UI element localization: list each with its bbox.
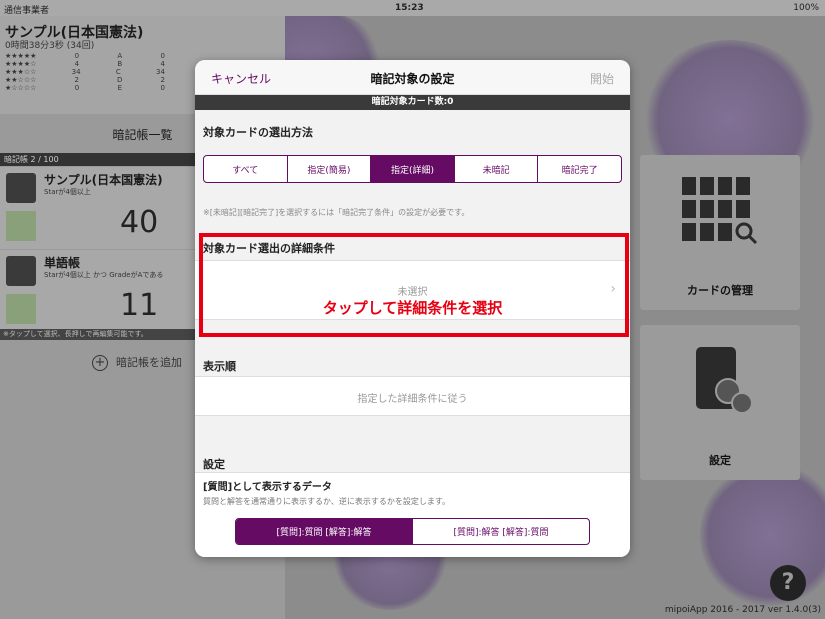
grid-icon [682,177,758,245]
segment-all[interactable]: すべて [204,156,288,182]
help-icon[interactable]: ? [770,565,806,601]
book-icon [6,173,36,203]
book-name: 単語帳 [44,256,81,270]
book-name: サンプル(日本国憲法) [44,173,163,187]
target-count-bar: 暗記対象カード数:0 [195,95,630,110]
card-manage-label: カードの管理 [687,284,753,297]
start-button[interactable]: 開始 [590,70,614,87]
segment-normal[interactable]: [質問]:質問 [解答]:解答 [236,519,413,544]
settings-label: 設定 [709,454,731,467]
version-label: mipoiApp 2016 - 2017 ver 1.4.0(3) [664,605,821,615]
segment-unlearned[interactable]: 未暗記 [455,156,539,182]
book-thumbnail [6,294,36,324]
battery-label: 100% [793,3,819,13]
plus-icon: + [92,355,108,371]
status-bar: 通信事業者 15:23 100% [0,0,825,16]
segment-simple[interactable]: 指定(簡易) [288,156,372,182]
settings-tile[interactable]: 設定 [640,325,800,480]
star-distribution: ★★★★★ 0 A 0 ★★★★☆ 4 B 4 ★★★☆☆ 34 C 34 ★★☆☆☆ 2 D 2 ★☆… [5,52,165,92]
clock: 15:23 [395,3,424,13]
segment-reversed[interactable]: [質問]:解答 [解答]:質問 [413,519,589,544]
book-condition: Starが4個以上 かつ GradeがAである [44,271,164,279]
order-row[interactable]: 指定した詳細条件に従う [195,376,630,416]
book-thumbnail [6,211,36,241]
book-card-count: 40 [120,205,159,240]
book-condition: Starが4個以上 [44,188,91,196]
card-manage-tile[interactable]: カードの管理 [640,155,800,310]
question-data-row: [質問]として表示するデータ 質問と解答を通常通りに表示するか、逆に表示するかを… [195,472,630,557]
modal-nav-bar: キャンセル 暗記対象の設定 開始 [195,60,630,95]
highlight-box [199,233,629,337]
segment-detailed[interactable]: 指定(詳細) [371,156,455,182]
selection-segmented-control: すべて 指定(簡易) 指定(詳細) 未暗記 暗記完了 [203,155,622,183]
question-segmented-control: [質問]:質問 [解答]:解答 [質問]:解答 [解答]:質問 [235,518,590,545]
carrier-label: 通信事業者 [4,6,50,16]
book-card-count: 11 [120,288,159,323]
settings-gear-icon [696,347,753,414]
selection-note: ※[未暗記][暗記完了]を選択するには「暗記完了条件」の設定が必要です。 [203,208,470,217]
selection-header: 対象カードの選出方法 [203,126,313,139]
segment-learned[interactable]: 暗記完了 [538,156,621,182]
order-header: 表示順 [203,360,236,373]
modal-title: 暗記対象の設定 [370,72,455,86]
book-icon [6,256,36,286]
question-data-desc: 質問と解答を通常通りに表示するか、逆に表示するかを設定します。 [203,497,451,506]
order-value: 指定した詳細条件に従う [357,394,468,405]
deck-stats: 0時間38分3秒 (34回) [5,41,95,51]
add-book-label: 暗記帳を追加 [116,356,182,369]
question-data-label: [質問]として表示するデータ [203,482,332,493]
add-book-button[interactable]: + 暗記帳を追加 [92,354,182,371]
settings-header: 設定 [203,458,225,471]
